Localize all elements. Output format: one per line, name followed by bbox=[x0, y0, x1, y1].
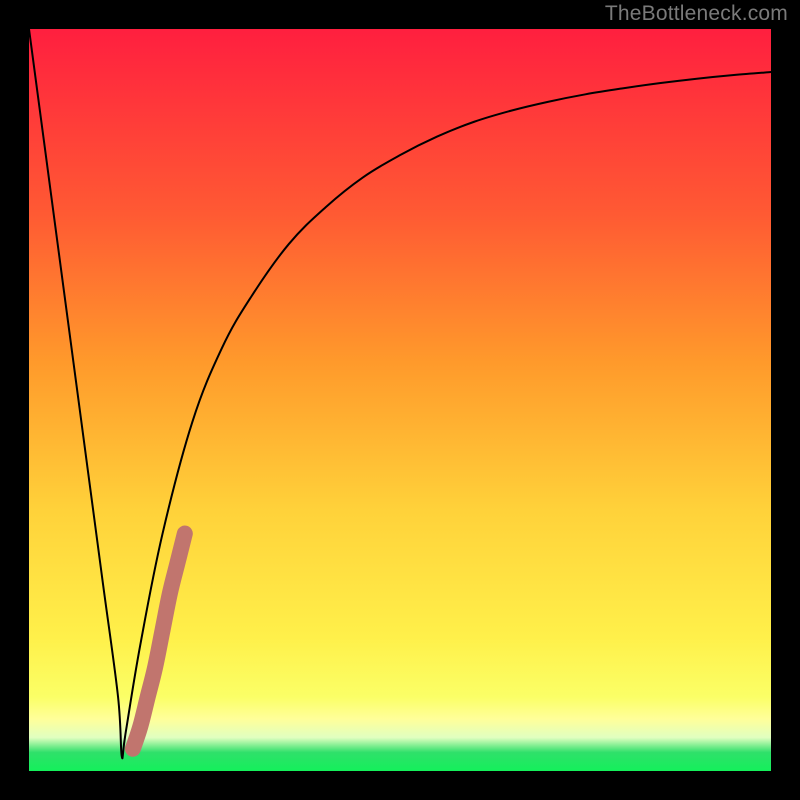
chart-stage: TheBottleneck.com bbox=[0, 0, 800, 800]
watermark-text: TheBottleneck.com bbox=[605, 2, 788, 26]
plot-area bbox=[29, 29, 771, 771]
chart-svg bbox=[0, 0, 800, 800]
